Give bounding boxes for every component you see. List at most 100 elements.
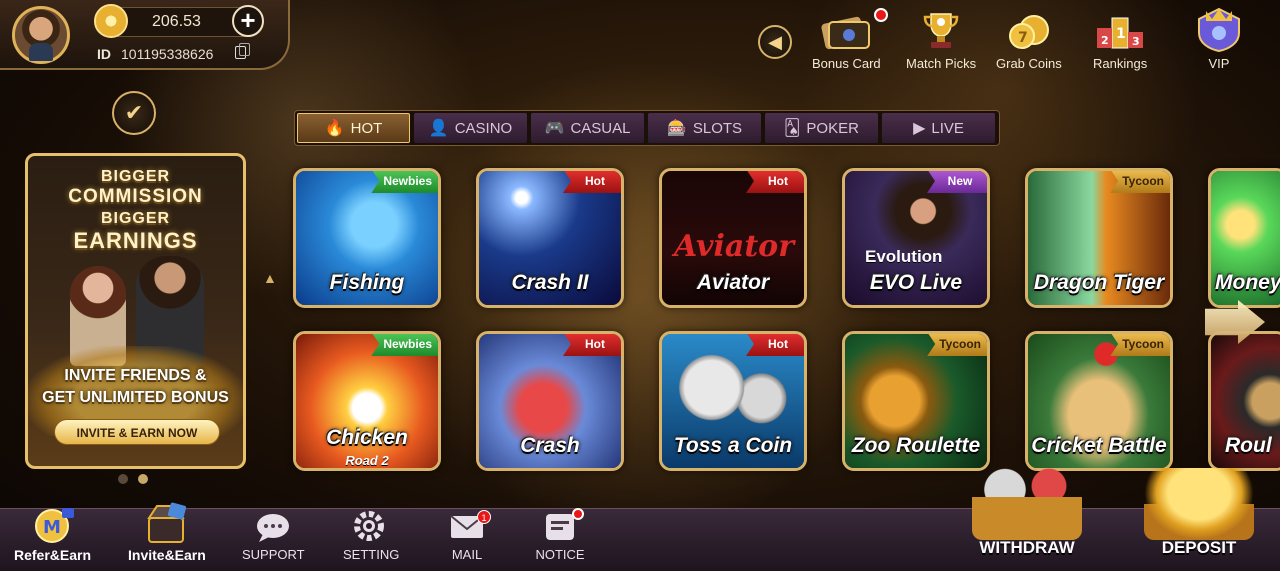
deposit-label: DEPOSIT xyxy=(1161,538,1237,557)
copy-icon[interactable] xyxy=(235,43,250,59)
aviator-logo: Aviator xyxy=(674,229,794,264)
user-id-value: 101195338626 xyxy=(121,46,214,62)
banner-pagination xyxy=(118,474,148,484)
svg-text:2: 2 xyxy=(1101,34,1109,47)
mail-badge: 1 xyxy=(477,510,491,524)
tab-slots[interactable]: 🎰 SLOTS xyxy=(648,113,761,143)
nav-notice[interactable]: NOTICE xyxy=(532,496,588,562)
trophy-icon xyxy=(914,6,968,54)
banner-subline: GET UNLIMITED BONUS xyxy=(42,389,229,406)
nav-rankings[interactable]: 12 3 Rankings xyxy=(1093,6,1147,71)
game-name: Crash II xyxy=(511,271,589,294)
game-tile-aviator[interactable]: Aviator Hot Aviator xyxy=(659,168,807,308)
tag-hot: Hot xyxy=(563,334,621,356)
nav-label: Refer&Earn xyxy=(14,547,92,563)
game-tile-evo-live[interactable]: Evolution New EVO Live xyxy=(842,168,990,308)
banner-subline: INVITE FRIENDS & xyxy=(64,367,207,384)
tab-casual[interactable]: 🎮 CASUAL xyxy=(531,113,644,143)
shield-check-button[interactable]: ✔ xyxy=(112,91,156,135)
cards-icon: 🂡 xyxy=(784,120,801,137)
game-tile-dragon-tiger[interactable]: Tycoon Dragon Tiger xyxy=(1025,168,1173,308)
evolution-logo: Evolution xyxy=(865,247,943,266)
tab-live[interactable]: ▶ LIVE xyxy=(882,113,995,143)
promo-banner[interactable]: BIGGER COMMISSION BIGGER EARNINGS INVITE… xyxy=(25,153,246,469)
game-tile-cricket-battle[interactable]: Tycoon Cricket Battle xyxy=(1025,331,1173,471)
slot-machine-icon: 🎰 xyxy=(666,120,687,137)
vip-badge-icon xyxy=(1192,6,1246,54)
notification-dot xyxy=(874,8,888,22)
treasure-chest-icon xyxy=(1144,468,1254,540)
game-tile-money[interactable]: Money xyxy=(1208,168,1280,308)
game-name: Dragon Tiger xyxy=(1033,271,1165,294)
tab-poker[interactable]: 🂡 POKER xyxy=(765,113,878,143)
nav-match-picks[interactable]: Match Picks xyxy=(906,6,976,71)
nav-invite-earn[interactable]: Invite&Earn xyxy=(128,496,206,563)
nav-support[interactable]: SUPPORT xyxy=(242,496,305,562)
nav-label: VIP xyxy=(1208,56,1230,71)
game-tile-crash-ii[interactable]: Hot Crash II xyxy=(476,168,624,308)
game-tile-toss-a-coin[interactable]: Hot Toss a Coin xyxy=(659,331,807,471)
game-subtitle: Road 2 xyxy=(345,453,389,468)
withdraw-button[interactable]: WITHDRAW xyxy=(972,468,1082,558)
tag-tycoon: Tycoon xyxy=(1110,334,1170,356)
flame-icon: 🔥 xyxy=(324,120,345,137)
game-name: Fishing xyxy=(329,271,405,294)
pagination-dot-active[interactable] xyxy=(138,474,148,484)
game-tile-chicken-road-2[interactable]: Newbies Chicken Road 2 xyxy=(293,331,441,471)
coin-icon xyxy=(94,4,128,38)
game-tile-fishing[interactable]: Newbies Fishing xyxy=(293,168,441,308)
video-icon: ▶ xyxy=(913,120,926,137)
shield-check-icon: ✔ xyxy=(124,100,144,125)
game-name: Chicken xyxy=(326,426,408,449)
tab-label: CASINO xyxy=(454,119,513,137)
tag-tycoon: Tycoon xyxy=(927,334,987,356)
nav-mail[interactable]: MAIL 1 xyxy=(439,496,495,562)
nav-refer-earn[interactable]: M Refer&Earn xyxy=(14,496,91,563)
tag-hot: Hot xyxy=(746,334,804,356)
game-name: Zoo Roulette xyxy=(851,434,981,457)
podium-icon: 12 3 xyxy=(1093,6,1147,54)
tab-label: POKER xyxy=(806,119,859,137)
tab-casino[interactable]: 👤 CASINO xyxy=(414,113,527,143)
pagination-dot[interactable] xyxy=(118,474,128,484)
nav-grab-coins[interactable]: 7 Grab Coins xyxy=(996,6,1062,71)
withdraw-label: WITHDRAW xyxy=(979,538,1075,557)
tab-label: CASUAL xyxy=(570,119,631,137)
tab-hot[interactable]: 🔥 HOT xyxy=(297,113,410,143)
game-name: EVO Live xyxy=(869,271,963,294)
nav-bonus-card[interactable]: Bonus Card xyxy=(812,6,888,71)
banner-headline: EARNINGS xyxy=(73,228,198,253)
game-tile-roulette[interactable]: Roul xyxy=(1208,331,1280,471)
notice-icon xyxy=(532,496,588,546)
tab-label: LIVE xyxy=(931,119,964,137)
nav-vip[interactable]: VIP xyxy=(1192,6,1246,71)
game-tile-zoo-roulette[interactable]: Tycoon Zoo Roulette xyxy=(842,331,990,471)
tab-label: HOT xyxy=(350,119,383,137)
game-name: Crash xyxy=(520,434,580,457)
bonus-card-icon xyxy=(819,6,873,54)
nav-label: NOTICE xyxy=(535,547,585,562)
nav-label: MAIL xyxy=(451,547,483,562)
invite-earn-now-button[interactable]: INVITE & EARN NOW xyxy=(54,419,220,445)
collapse-arrow-button[interactable]: ◀ xyxy=(758,25,792,59)
nav-setting[interactable]: SETTING xyxy=(343,496,399,562)
add-balance-button[interactable]: + xyxy=(232,5,264,37)
banner-headline: COMMISSION xyxy=(68,186,203,207)
nav-label: Invite&Earn xyxy=(128,547,206,563)
svg-text:1: 1 xyxy=(1116,26,1126,42)
wallet-icon xyxy=(972,468,1082,540)
gear-icon xyxy=(343,496,399,546)
tag-hot: Hot xyxy=(563,171,621,193)
invite-chest-icon xyxy=(139,496,195,546)
svg-text:M: M xyxy=(43,517,61,538)
tag-new: New xyxy=(927,171,987,193)
tag-newbies: Newbies xyxy=(371,171,438,193)
banner-headline: BIGGER xyxy=(100,168,171,185)
game-name: Aviator xyxy=(696,271,770,294)
balance-amount: 206.53 xyxy=(152,13,201,30)
tab-label: SLOTS xyxy=(692,119,743,137)
game-tile-crash[interactable]: Hot Crash xyxy=(476,331,624,471)
avatar[interactable] xyxy=(12,6,70,64)
tag-tycoon: Tycoon xyxy=(1110,171,1170,193)
deposit-button[interactable]: DEPOSIT xyxy=(1144,468,1254,558)
